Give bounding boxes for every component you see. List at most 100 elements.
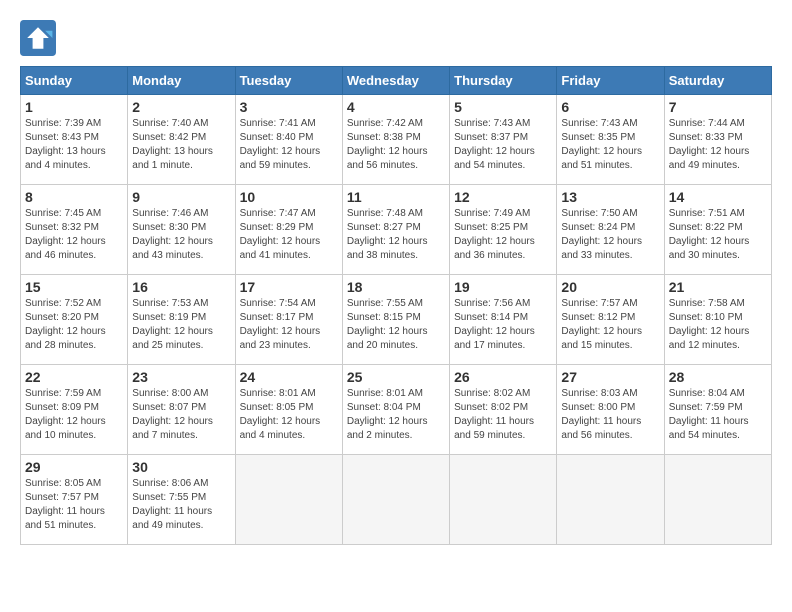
day-number: 2 — [132, 99, 230, 115]
day-number: 16 — [132, 279, 230, 295]
weekday-header: Friday — [557, 67, 664, 95]
weekday-header: Sunday — [21, 67, 128, 95]
calendar-day-cell: 8 Sunrise: 7:45 AM Sunset: 8:32 PM Dayli… — [21, 185, 128, 275]
day-info: Sunrise: 7:39 AM Sunset: 8:43 PM Dayligh… — [25, 117, 123, 173]
day-info: Sunrise: 7:49 AM Sunset: 8:25 PM Dayligh… — [454, 207, 552, 263]
empty-cell — [450, 455, 557, 545]
day-number: 12 — [454, 189, 552, 205]
calendar-day-cell: 7 Sunrise: 7:44 AM Sunset: 8:33 PM Dayli… — [664, 95, 771, 185]
day-info: Sunrise: 7:52 AM Sunset: 8:20 PM Dayligh… — [25, 297, 123, 353]
weekday-header: Wednesday — [342, 67, 449, 95]
day-number: 20 — [561, 279, 659, 295]
day-number: 8 — [25, 189, 123, 205]
day-info: Sunrise: 8:06 AM Sunset: 7:55 PM Dayligh… — [132, 477, 230, 533]
weekday-header: Saturday — [664, 67, 771, 95]
day-info: Sunrise: 7:43 AM Sunset: 8:37 PM Dayligh… — [454, 117, 552, 173]
day-info: Sunrise: 8:02 AM Sunset: 8:02 PM Dayligh… — [454, 387, 552, 443]
page-header — [20, 20, 772, 56]
day-number: 30 — [132, 459, 230, 475]
day-number: 15 — [25, 279, 123, 295]
day-number: 23 — [132, 369, 230, 385]
calendar-week-row: 22 Sunrise: 7:59 AM Sunset: 8:09 PM Dayl… — [21, 365, 772, 455]
weekday-header: Thursday — [450, 67, 557, 95]
calendar-day-cell: 17 Sunrise: 7:54 AM Sunset: 8:17 PM Dayl… — [235, 275, 342, 365]
calendar-day-cell: 2 Sunrise: 7:40 AM Sunset: 8:42 PM Dayli… — [128, 95, 235, 185]
calendar-day-cell: 21 Sunrise: 7:58 AM Sunset: 8:10 PM Dayl… — [664, 275, 771, 365]
calendar-week-row: 1 Sunrise: 7:39 AM Sunset: 8:43 PM Dayli… — [21, 95, 772, 185]
calendar-day-cell: 10 Sunrise: 7:47 AM Sunset: 8:29 PM Dayl… — [235, 185, 342, 275]
calendar-day-cell: 16 Sunrise: 7:53 AM Sunset: 8:19 PM Dayl… — [128, 275, 235, 365]
calendar-day-cell: 5 Sunrise: 7:43 AM Sunset: 8:37 PM Dayli… — [450, 95, 557, 185]
logo-icon — [20, 20, 56, 56]
logo — [20, 20, 60, 56]
day-info: Sunrise: 7:57 AM Sunset: 8:12 PM Dayligh… — [561, 297, 659, 353]
day-info: Sunrise: 7:40 AM Sunset: 8:42 PM Dayligh… — [132, 117, 230, 173]
day-number: 22 — [25, 369, 123, 385]
calendar-day-cell: 12 Sunrise: 7:49 AM Sunset: 8:25 PM Dayl… — [450, 185, 557, 275]
day-number: 9 — [132, 189, 230, 205]
day-number: 25 — [347, 369, 445, 385]
day-number: 10 — [240, 189, 338, 205]
day-info: Sunrise: 8:00 AM Sunset: 8:07 PM Dayligh… — [132, 387, 230, 443]
day-number: 17 — [240, 279, 338, 295]
calendar-day-cell: 13 Sunrise: 7:50 AM Sunset: 8:24 PM Dayl… — [557, 185, 664, 275]
calendar-day-cell: 26 Sunrise: 8:02 AM Sunset: 8:02 PM Dayl… — [450, 365, 557, 455]
calendar-day-cell: 9 Sunrise: 7:46 AM Sunset: 8:30 PM Dayli… — [128, 185, 235, 275]
day-info: Sunrise: 7:45 AM Sunset: 8:32 PM Dayligh… — [25, 207, 123, 263]
day-info: Sunrise: 8:05 AM Sunset: 7:57 PM Dayligh… — [25, 477, 123, 533]
day-number: 29 — [25, 459, 123, 475]
day-info: Sunrise: 7:50 AM Sunset: 8:24 PM Dayligh… — [561, 207, 659, 263]
day-info: Sunrise: 7:58 AM Sunset: 8:10 PM Dayligh… — [669, 297, 767, 353]
empty-cell — [557, 455, 664, 545]
calendar-day-cell: 18 Sunrise: 7:55 AM Sunset: 8:15 PM Dayl… — [342, 275, 449, 365]
day-info: Sunrise: 7:59 AM Sunset: 8:09 PM Dayligh… — [25, 387, 123, 443]
day-number: 4 — [347, 99, 445, 115]
day-info: Sunrise: 7:47 AM Sunset: 8:29 PM Dayligh… — [240, 207, 338, 263]
day-number: 7 — [669, 99, 767, 115]
day-number: 24 — [240, 369, 338, 385]
day-info: Sunrise: 7:54 AM Sunset: 8:17 PM Dayligh… — [240, 297, 338, 353]
calendar-week-row: 15 Sunrise: 7:52 AM Sunset: 8:20 PM Dayl… — [21, 275, 772, 365]
day-number: 27 — [561, 369, 659, 385]
calendar-day-cell: 20 Sunrise: 7:57 AM Sunset: 8:12 PM Dayl… — [557, 275, 664, 365]
weekday-header-row: SundayMondayTuesdayWednesdayThursdayFrid… — [21, 67, 772, 95]
day-number: 1 — [25, 99, 123, 115]
calendar-day-cell: 29 Sunrise: 8:05 AM Sunset: 7:57 PM Dayl… — [21, 455, 128, 545]
day-info: Sunrise: 7:55 AM Sunset: 8:15 PM Dayligh… — [347, 297, 445, 353]
calendar-day-cell: 28 Sunrise: 8:04 AM Sunset: 7:59 PM Dayl… — [664, 365, 771, 455]
day-info: Sunrise: 8:04 AM Sunset: 7:59 PM Dayligh… — [669, 387, 767, 443]
day-number: 28 — [669, 369, 767, 385]
calendar-day-cell: 25 Sunrise: 8:01 AM Sunset: 8:04 PM Dayl… — [342, 365, 449, 455]
calendar-day-cell: 4 Sunrise: 7:42 AM Sunset: 8:38 PM Dayli… — [342, 95, 449, 185]
day-number: 11 — [347, 189, 445, 205]
day-number: 19 — [454, 279, 552, 295]
day-info: Sunrise: 7:56 AM Sunset: 8:14 PM Dayligh… — [454, 297, 552, 353]
day-info: Sunrise: 7:46 AM Sunset: 8:30 PM Dayligh… — [132, 207, 230, 263]
day-info: Sunrise: 8:01 AM Sunset: 8:04 PM Dayligh… — [347, 387, 445, 443]
day-number: 6 — [561, 99, 659, 115]
day-info: Sunrise: 7:53 AM Sunset: 8:19 PM Dayligh… — [132, 297, 230, 353]
calendar-table: SundayMondayTuesdayWednesdayThursdayFrid… — [20, 66, 772, 545]
empty-cell — [664, 455, 771, 545]
day-info: Sunrise: 8:01 AM Sunset: 8:05 PM Dayligh… — [240, 387, 338, 443]
calendar-day-cell: 14 Sunrise: 7:51 AM Sunset: 8:22 PM Dayl… — [664, 185, 771, 275]
day-info: Sunrise: 7:42 AM Sunset: 8:38 PM Dayligh… — [347, 117, 445, 173]
calendar-day-cell: 23 Sunrise: 8:00 AM Sunset: 8:07 PM Dayl… — [128, 365, 235, 455]
calendar-day-cell: 24 Sunrise: 8:01 AM Sunset: 8:05 PM Dayl… — [235, 365, 342, 455]
day-info: Sunrise: 7:41 AM Sunset: 8:40 PM Dayligh… — [240, 117, 338, 173]
calendar-day-cell: 3 Sunrise: 7:41 AM Sunset: 8:40 PM Dayli… — [235, 95, 342, 185]
day-number: 5 — [454, 99, 552, 115]
calendar-day-cell: 11 Sunrise: 7:48 AM Sunset: 8:27 PM Dayl… — [342, 185, 449, 275]
day-number: 13 — [561, 189, 659, 205]
weekday-header: Tuesday — [235, 67, 342, 95]
calendar-week-row: 8 Sunrise: 7:45 AM Sunset: 8:32 PM Dayli… — [21, 185, 772, 275]
day-info: Sunrise: 7:48 AM Sunset: 8:27 PM Dayligh… — [347, 207, 445, 263]
calendar-day-cell: 15 Sunrise: 7:52 AM Sunset: 8:20 PM Dayl… — [21, 275, 128, 365]
day-number: 3 — [240, 99, 338, 115]
day-number: 21 — [669, 279, 767, 295]
day-info: Sunrise: 7:51 AM Sunset: 8:22 PM Dayligh… — [669, 207, 767, 263]
empty-cell — [235, 455, 342, 545]
day-number: 14 — [669, 189, 767, 205]
calendar-day-cell: 1 Sunrise: 7:39 AM Sunset: 8:43 PM Dayli… — [21, 95, 128, 185]
day-info: Sunrise: 7:44 AM Sunset: 8:33 PM Dayligh… — [669, 117, 767, 173]
